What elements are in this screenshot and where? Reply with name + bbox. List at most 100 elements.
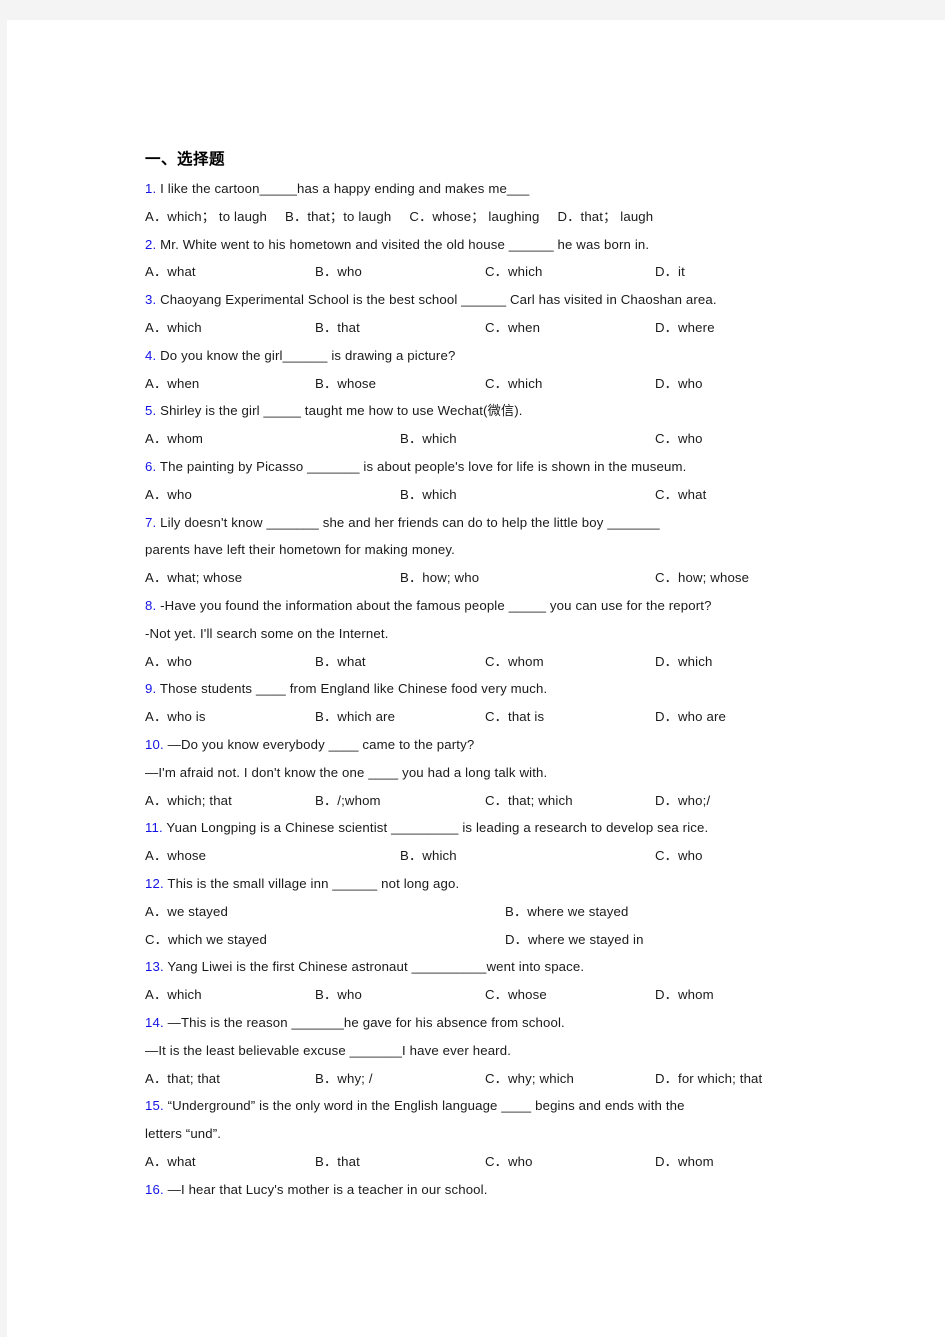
option-choice[interactable]: D．who are	[655, 703, 825, 731]
option-choice[interactable]: B．that	[315, 1148, 485, 1176]
option-choice[interactable]: A．whose	[145, 842, 400, 870]
option-choice[interactable]: B．who	[315, 258, 485, 286]
option-choice[interactable]: C．which we stayed	[145, 926, 505, 954]
question-stem-continued: -Not yet. I'll search some on the Intern…	[145, 625, 389, 641]
question-block: 6. The painting by Picasso _______ is ab…	[145, 453, 890, 509]
question-text: —Do you know everybody ____ came to the …	[163, 736, 475, 752]
option-row: A．what B．that C．who D．whom	[145, 1148, 890, 1176]
question-stem: 7. Lily doesn't know _______ she and her…	[145, 509, 890, 537]
option-choice[interactable]: B．what	[315, 648, 485, 676]
question-number: 4.	[145, 347, 157, 363]
question-text: —This is the reason _______he gave for h…	[163, 1014, 565, 1030]
option-choice[interactable]: C．whose； laughing	[409, 203, 539, 231]
question-stem: 11. Yuan Longping is a Chinese scientist…	[145, 814, 890, 842]
question-stem: 9. Those students ____ from England like…	[145, 675, 890, 703]
option-choice[interactable]: B．which	[400, 425, 655, 453]
option-row: A．which B．that C．when D．where	[145, 314, 890, 342]
question-block: 14. —This is the reason _______he gave f…	[145, 1009, 890, 1092]
question-text: Those students ____ from England like Ch…	[156, 681, 548, 697]
question-text: —I hear that Lucy's mother is a teacher …	[163, 1181, 488, 1197]
option-choice[interactable]: C．when	[485, 314, 655, 342]
option-choice[interactable]: B．that；to laugh	[285, 203, 391, 231]
option-choice[interactable]: D．that； laugh	[558, 203, 654, 231]
option-choice[interactable]: C．that is	[485, 703, 655, 731]
option-choice[interactable]: D．where	[655, 314, 825, 342]
option-choice[interactable]: B．that	[315, 314, 485, 342]
option-choice[interactable]: C．why; which	[485, 1065, 655, 1093]
question-number: 14.	[145, 1014, 164, 1030]
option-choice[interactable]: C．whose	[485, 981, 655, 1009]
question-stem: 4. Do you know the girl______ is drawing…	[145, 342, 890, 370]
option-choice[interactable]: B．which are	[315, 703, 485, 731]
option-choice[interactable]: D．it	[655, 258, 825, 286]
question-text: This is the small village inn ______ not…	[163, 875, 460, 891]
option-choice[interactable]: A．what	[145, 258, 315, 286]
option-choice[interactable]: C．who	[655, 842, 910, 870]
option-choice[interactable]: D．for which; that	[655, 1065, 825, 1093]
option-choice[interactable]: A．which； to laugh	[145, 203, 267, 231]
question-stem: 10. —Do you know everybody ____ came to …	[145, 731, 890, 759]
option-choice[interactable]: D．who;/	[655, 787, 825, 815]
question-number: 12.	[145, 875, 164, 891]
option-row: A．we stayed B．where we stayed	[145, 898, 890, 926]
option-choice[interactable]: D．whom	[655, 1148, 825, 1176]
option-choice[interactable]: D．where we stayed in	[505, 926, 865, 954]
option-choice[interactable]: C．how; whose	[655, 564, 910, 592]
option-choice[interactable]: A．we stayed	[145, 898, 505, 926]
option-choice[interactable]: B．which	[400, 481, 655, 509]
question-number: 2.	[145, 236, 157, 252]
option-choice[interactable]: C．which	[485, 258, 655, 286]
question-number: 5.	[145, 403, 157, 419]
question-text: Chaoyang Experimental School is the best…	[156, 292, 717, 308]
option-choice[interactable]: A．which; that	[145, 787, 315, 815]
option-choice[interactable]: C．which	[485, 370, 655, 398]
option-choice[interactable]: A．whom	[145, 425, 400, 453]
question-block: 10. —Do you know everybody ____ came to …	[145, 731, 890, 814]
option-choice[interactable]: D．whom	[655, 981, 825, 1009]
option-choice[interactable]: A．what; whose	[145, 564, 400, 592]
question-block: 1. I like the cartoon_____has a happy en…	[145, 175, 890, 231]
question-text: Shirley is the girl _____ taught me how …	[156, 403, 523, 419]
option-choice[interactable]: C．who	[655, 425, 910, 453]
option-row: A．what B．who C．which D．it	[145, 258, 890, 286]
option-choice[interactable]: A．which	[145, 981, 315, 1009]
question-block: 8. -Have you found the information about…	[145, 592, 890, 675]
option-choice[interactable]: B．which	[400, 842, 655, 870]
question-text: Mr. White went to his hometown and visit…	[156, 236, 650, 252]
question-block: 5. Shirley is the girl _____ taught me h…	[145, 397, 890, 453]
question-stem-continued: parents have left their hometown for mak…	[145, 542, 455, 558]
question-number: 7.	[145, 514, 157, 530]
option-choice[interactable]: B．how; who	[400, 564, 655, 592]
question-block: 4. Do you know the girl______ is drawing…	[145, 342, 890, 398]
option-choice[interactable]: B．where we stayed	[505, 898, 865, 926]
option-choice[interactable]: C．whom	[485, 648, 655, 676]
option-choice[interactable]: B．why; /	[315, 1065, 485, 1093]
option-choice[interactable]: A．who is	[145, 703, 315, 731]
option-choice[interactable]: A．when	[145, 370, 315, 398]
document-page: 一、选择题 1. I like the cartoon_____has a ha…	[7, 20, 945, 1337]
option-choice[interactable]: B．/;whom	[315, 787, 485, 815]
question-number: 8.	[145, 597, 157, 613]
option-choice[interactable]: C．what	[655, 481, 910, 509]
option-choice[interactable]: A．which	[145, 314, 315, 342]
option-choice[interactable]: C．that; which	[485, 787, 655, 815]
option-choice[interactable]: A．who	[145, 648, 315, 676]
option-choice[interactable]: D．who	[655, 370, 825, 398]
option-row: A．whom B．which C．who	[145, 425, 890, 453]
option-choice[interactable]: A．what	[145, 1148, 315, 1176]
option-choice[interactable]: D．which	[655, 648, 825, 676]
question-stem: 8. -Have you found the information about…	[145, 592, 890, 620]
page-title: 一、选择题	[145, 151, 226, 168]
option-choice[interactable]: B．who	[315, 981, 485, 1009]
option-choice[interactable]: B．whose	[315, 370, 485, 398]
question-text: -Have you found the information about th…	[156, 597, 712, 613]
option-choice[interactable]: A．that; that	[145, 1065, 315, 1093]
question-stem-continued: —I'm afraid not. I don't know the one __…	[145, 764, 548, 780]
option-choice[interactable]: C．who	[485, 1148, 655, 1176]
option-choice[interactable]: A．who	[145, 481, 400, 509]
question-block: 2. Mr. White went to his hometown and vi…	[145, 231, 890, 287]
option-row: A．that; that B．why; / C．why; which D．for wh…	[145, 1065, 890, 1093]
option-row: A．when B．whose C．which D．who	[145, 370, 890, 398]
question-stem-continued: letters “und”.	[145, 1126, 222, 1142]
question-stem: 12. This is the small village inn ______…	[145, 870, 890, 898]
